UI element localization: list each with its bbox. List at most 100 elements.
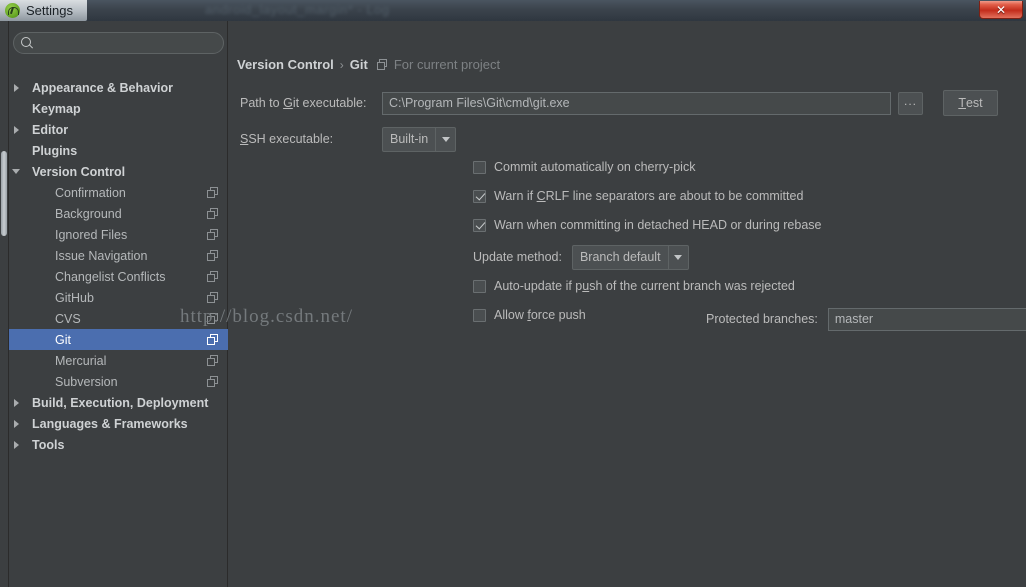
sidebar-item-label: Languages & Frameworks [32,416,188,431]
breadcrumb-parent[interactable]: Version Control [237,57,334,72]
close-window-button[interactable]: ✕ [979,1,1023,19]
chevron-right-icon [9,392,23,413]
project-scope-icon [207,292,218,303]
browse-button[interactable]: ... [898,91,923,115]
sidebar-item-label: Issue Navigation [55,248,148,263]
test-button[interactable]: Test [943,90,998,116]
sidebar-item-editor[interactable]: Editor [9,119,228,140]
chevron-down-icon [435,127,455,151]
chevron-right-icon [9,413,23,434]
window-title-bar: Settings android_layout_margin* - Log ✕ [0,0,1026,21]
chevron-right-icon [9,77,23,98]
sidebar-item-plugins[interactable]: Plugins [9,140,228,161]
sidebar-item-label: Version Control [32,164,126,179]
project-scope-icon [207,313,218,324]
checkbox-row-allow-force-push[interactable]: Allow force push [473,308,586,322]
ssh-executable-value: Built-in [390,132,429,146]
sidebar-item-build-execution-deployment[interactable]: Build, Execution, Deployment [9,392,228,413]
breadcrumb: Version Control › Git For current projec… [237,57,500,72]
checkbox-label-crlf: Warn if CRLF line separators are about t… [494,189,804,203]
checkbox-row-cherry-pick[interactable]: Commit automatically on cherry-pick [473,160,695,174]
chevron-right-icon [9,119,23,140]
chevron-down-icon [9,161,23,182]
checkbox-auto-update-push-rejected[interactable] [473,279,486,293]
checkbox-row-detached-head[interactable]: Warn when committing in detached HEAD or… [473,218,821,232]
chevron-right-icon [9,434,23,455]
git-executable-input[interactable]: C:\Program Files\Git\cmd\git.exe [382,91,891,115]
checkbox-row-auto-update[interactable]: Auto-update if push of the current branc… [473,279,795,293]
search-input[interactable] [39,34,214,52]
project-scope-icon [207,271,218,282]
git-executable-label: Path to Git executable: [240,96,367,110]
sidebar-item-languages-frameworks[interactable]: Languages & Frameworks [9,413,228,434]
sidebar-item-label: Ignored Files [55,227,128,242]
project-scope-icon [207,229,218,240]
background-window-title: android_layout_margin* - Log [205,2,390,17]
sidebar-item-mercurial[interactable]: Mercurial [9,350,228,371]
update-method-value: Branch default [579,250,661,264]
sidebar-item-label: Confirmation [55,185,126,200]
breadcrumb-current: Git [349,57,368,72]
breadcrumb-separator: › [339,57,344,72]
window-title-group: Settings [0,0,87,21]
protected-branches-input[interactable]: master [827,307,1026,331]
sidebar-item-tools[interactable]: Tools [9,434,228,455]
update-method-dropdown[interactable]: Branch default [571,244,689,270]
protected-branches-label: Protected branches: [706,312,818,326]
project-scope-icon [207,334,218,345]
checkbox-warn-crlf[interactable] [473,189,486,203]
checkbox-label-detached-head: Warn when committing in detached HEAD or… [494,218,822,232]
sidebar-item-label: Editor [32,122,69,137]
sidebar-item-label: Subversion [55,374,118,389]
protected-branches-row: Protected branches: master [706,307,1026,331]
settings-sidebar: Appearance & Behavior Keymap Editor Plugins… [9,21,228,587]
sidebar-scrollbar-track[interactable] [0,21,9,587]
ssh-executable-dropdown[interactable]: Built-in [382,126,457,152]
project-scope-icon [207,187,218,198]
search-field[interactable] [13,32,224,54]
checkbox-commit-automatically-cherry-pick[interactable] [473,160,486,174]
project-scope-icon [207,376,218,387]
sidebar-item-keymap[interactable]: Keymap [9,98,228,119]
checkbox-warn-detached-head[interactable] [473,218,486,232]
update-method-row: Update method: Branch default [473,244,689,270]
checkbox-label-allow-force-push: Allow force push [494,308,586,322]
project-scope-icon [207,250,218,261]
sidebar-item-label: Tools [32,437,65,452]
scope-note: For current project [393,57,501,72]
checkbox-label-cherry-pick: Commit automatically on cherry-pick [494,160,696,174]
git-executable-row: Path to Git executable: C:\Program Files… [240,90,1020,116]
sidebar-item-label: CVS [55,311,81,326]
sidebar-item-cvs[interactable]: CVS [9,308,228,329]
settings-tree: Appearance & Behavior Keymap Editor Plugins… [9,77,228,455]
search-icon [21,36,34,50]
sidebar-item-background[interactable]: Background [9,203,228,224]
sidebar-item-git[interactable]: Git [9,329,228,350]
sidebar-item-ignored-files[interactable]: Ignored Files [9,224,228,245]
sidebar-item-github[interactable]: GitHub [9,287,228,308]
sidebar-item-subversion[interactable]: Subversion [9,371,228,392]
sidebar-item-changelist-conflicts[interactable]: Changelist Conflicts [9,266,228,287]
sidebar-item-label: Plugins [32,143,78,158]
sidebar-item-version-control[interactable]: Version Control [9,161,228,182]
checkbox-row-crlf[interactable]: Warn if CRLF line separators are about t… [473,189,803,203]
sidebar-scrollbar-thumb[interactable] [1,151,7,236]
sidebar-item-label: Keymap [32,101,81,116]
checkbox-allow-force-push[interactable] [473,308,486,322]
sidebar-item-appearance-behavior[interactable]: Appearance & Behavior [9,77,228,98]
android-studio-icon [5,3,20,18]
sidebar-item-issue-navigation[interactable]: Issue Navigation [9,245,228,266]
update-method-label: Update method: [473,250,562,264]
sidebar-item-confirmation[interactable]: Confirmation [9,182,228,203]
